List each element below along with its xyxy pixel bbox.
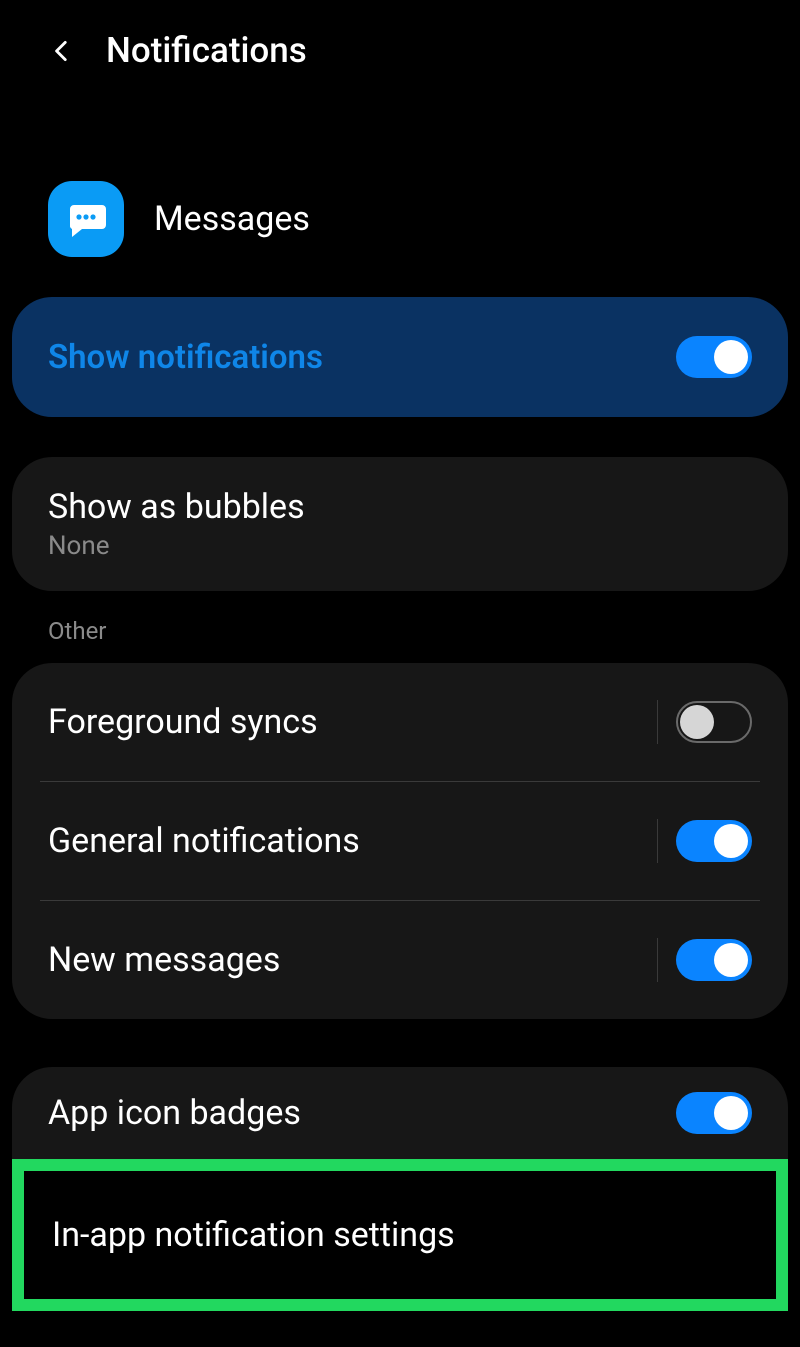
back-icon[interactable]	[48, 37, 76, 65]
foreground-syncs-label: Foreground syncs	[48, 702, 318, 742]
app-icon-badges-row[interactable]: App icon badges	[12, 1067, 788, 1159]
in-app-notification-settings-row[interactable]: In-app notification settings	[12, 1159, 788, 1311]
show-as-bubbles-value: None	[48, 531, 305, 561]
show-notifications-label: Show notifications	[48, 338, 323, 377]
deleted-categories-label: 1 category deleted	[0, 1311, 800, 1347]
app-name-label: Messages	[154, 199, 310, 239]
page-title: Notifications	[106, 30, 307, 71]
general-notifications-label: General notifications	[48, 821, 360, 861]
show-as-bubbles-label: Show as bubbles	[48, 487, 305, 527]
header: Notifications	[0, 0, 800, 91]
other-group: Foreground syncs General notifications N…	[12, 663, 788, 1019]
show-as-bubbles-card[interactable]: Show as bubbles None	[12, 457, 788, 591]
divider-vertical	[657, 938, 658, 982]
foreground-syncs-row[interactable]: Foreground syncs	[12, 663, 788, 781]
app-icon-badges-label: App icon badges	[48, 1093, 301, 1133]
in-app-notification-settings-label: In-app notification settings	[52, 1215, 748, 1255]
show-notifications-card[interactable]: Show notifications	[12, 297, 788, 417]
new-messages-toggle[interactable]	[676, 939, 752, 981]
app-icon-badges-toggle[interactable]	[676, 1092, 752, 1134]
show-notifications-toggle[interactable]	[676, 336, 752, 378]
new-messages-row[interactable]: New messages	[12, 901, 788, 1019]
divider-vertical	[657, 819, 658, 863]
new-messages-label: New messages	[48, 940, 280, 980]
foreground-syncs-toggle[interactable]	[676, 701, 752, 743]
app-header: Messages	[0, 91, 800, 297]
general-notifications-toggle[interactable]	[676, 820, 752, 862]
general-notifications-row[interactable]: General notifications	[12, 782, 788, 900]
messages-icon	[48, 181, 124, 257]
section-label-other: Other	[0, 591, 800, 663]
divider-vertical	[657, 700, 658, 744]
